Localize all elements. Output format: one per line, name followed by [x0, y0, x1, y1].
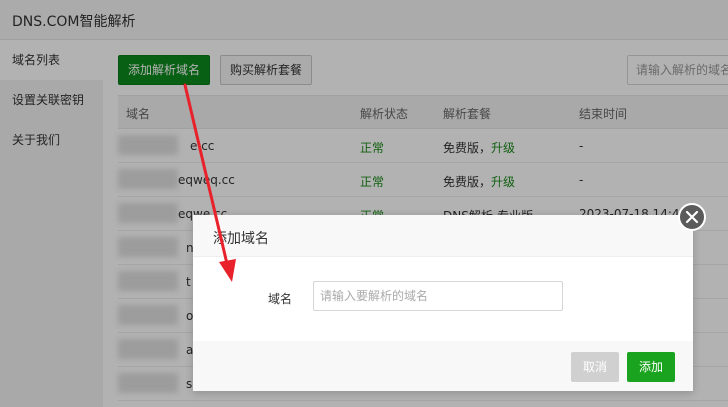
dialog-body: 域名 请输入要解析的域名: [193, 257, 693, 341]
close-dialog-button[interactable]: [678, 203, 706, 231]
add-domain-dialog: 添加域名 域名 请输入要解析的域名 取消 添加: [193, 215, 693, 391]
domain-input[interactable]: 请输入要解析的域名: [313, 281, 563, 311]
dialog-title: 添加域名: [213, 231, 269, 247]
confirm-add-button[interactable]: 添加: [627, 352, 675, 382]
dialog-footer: 取消 添加: [193, 341, 693, 391]
cancel-button[interactable]: 取消: [571, 352, 619, 382]
domain-field-label: 域名: [268, 292, 293, 306]
dialog-header: 添加域名: [193, 215, 693, 257]
close-icon: [685, 210, 699, 224]
